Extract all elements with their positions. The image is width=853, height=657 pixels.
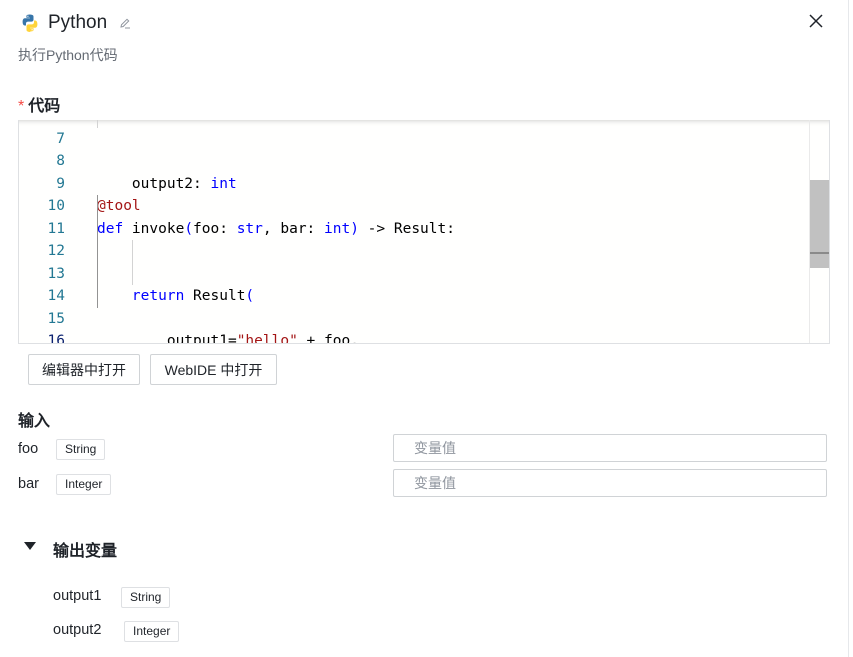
cursor-position-marker	[810, 252, 829, 254]
code-line[interactable]: 16	[19, 308, 809, 343]
editor-scrollbar-thumb[interactable]	[810, 180, 829, 268]
output-name: output2	[53, 622, 102, 638]
output-type-badge: Integer	[124, 621, 180, 642]
input-name-bar: bar	[18, 476, 39, 492]
code-line[interactable]: 10 def invoke(foo: str, bar: int) -> Res…	[19, 173, 809, 237]
input-type-badge: Integer	[56, 474, 112, 495]
line-code: output1="hello" + foo,	[97, 333, 359, 344]
open-in-editor-button[interactable]: 编辑器中打开	[28, 354, 140, 385]
code-line[interactable]: 9 @tool	[19, 150, 809, 215]
caret-down-icon[interactable]	[24, 541, 36, 551]
indent-guide	[97, 195, 98, 218]
code-line[interactable]: 8	[19, 128, 809, 169]
output-name: output1	[53, 588, 102, 604]
line-number: 16	[47, 333, 65, 344]
indent-guide	[132, 240, 133, 263]
foo-value-input[interactable]	[393, 434, 827, 462]
code-editor[interactable]: 7 output2: int 8 9 @tool 10 def invoke(f…	[18, 120, 830, 344]
code-lines[interactable]: 7 output2: int 8 9 @tool 10 def invoke(f…	[19, 120, 809, 343]
code-label-text: 代码	[28, 98, 61, 115]
code-section-label: * 代码	[18, 92, 60, 116]
code-line[interactable]: 11	[19, 195, 809, 237]
bar-value-input[interactable]	[393, 469, 827, 497]
indent-guide	[97, 120, 98, 128]
python-logo-icon	[22, 14, 38, 32]
indent-guide	[132, 262, 133, 285]
node-title: Python	[48, 12, 108, 33]
panel-right-border	[848, 0, 849, 657]
code-line[interactable]: 12 return Result(	[19, 217, 809, 304]
outputs-section-title[interactable]: 输出变量	[53, 537, 117, 561]
panel-header: Python	[20, 10, 131, 36]
indent-guide	[97, 285, 98, 308]
required-mark: *	[18, 98, 25, 115]
input-type-badge: String	[56, 439, 106, 460]
indent-guide	[97, 240, 98, 263]
code-line[interactable]: 14 output2=bar + 10	[19, 262, 809, 304]
open-in-webide-button[interactable]: WebIDE 中打开	[150, 354, 277, 385]
code-line[interactable]: 13 output1="hello" + foo,	[19, 240, 809, 343]
node-description: 执行Python代码	[18, 47, 118, 63]
output-type-badge: String	[121, 587, 171, 608]
edit-pencil-icon[interactable]	[119, 17, 131, 29]
indent-guide	[97, 217, 98, 240]
close-icon[interactable]	[806, 11, 826, 31]
indent-guide	[97, 262, 98, 285]
input-name-foo: foo	[18, 441, 39, 457]
inputs-section-title: 输入	[18, 413, 51, 430]
code-line[interactable]: 15 )	[19, 285, 809, 327]
code-line[interactable]: 7 output2: int	[19, 120, 809, 192]
